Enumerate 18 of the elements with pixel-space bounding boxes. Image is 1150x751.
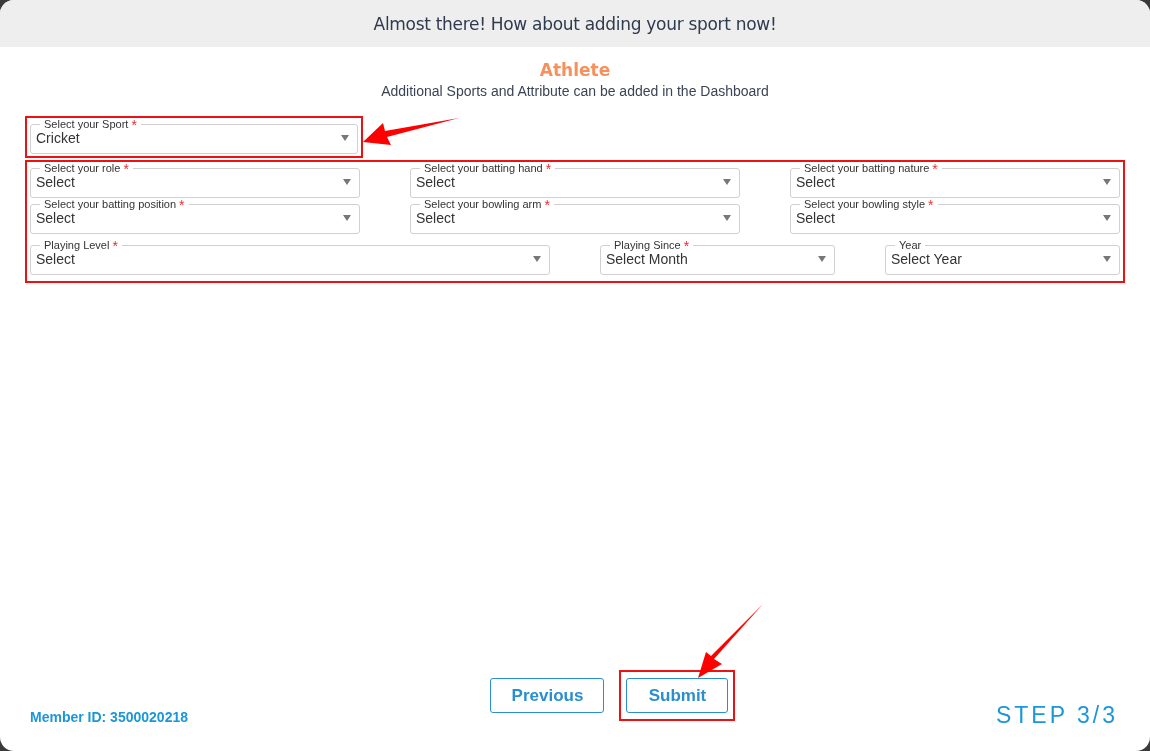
nav-button[interactable]: Submit xyxy=(626,678,729,713)
caret-icon xyxy=(1103,179,1111,185)
caret-icon xyxy=(343,179,351,185)
caret-icon xyxy=(343,215,351,221)
section-title: Athlete xyxy=(539,60,611,80)
step-indicator: STEP 3/3 xyxy=(995,702,1118,729)
section-subtitle: Additional Sports and Attribute can be added in the Dashboard xyxy=(381,83,769,99)
nav-button[interactable]: Previous xyxy=(490,678,605,713)
caret-icon xyxy=(1103,215,1111,221)
caret-icon xyxy=(533,256,541,262)
select-field[interactable]: Year Select Year xyxy=(885,239,1120,275)
caret-icon xyxy=(723,215,731,221)
caret-icon xyxy=(723,179,731,185)
caret-icon xyxy=(818,256,826,262)
member-id: Member ID: 3500020218 xyxy=(30,709,189,725)
caret-icon xyxy=(341,135,349,141)
dialog-title: Almost there! How about adding your sport now! xyxy=(373,13,777,34)
caret-icon xyxy=(1103,256,1111,262)
